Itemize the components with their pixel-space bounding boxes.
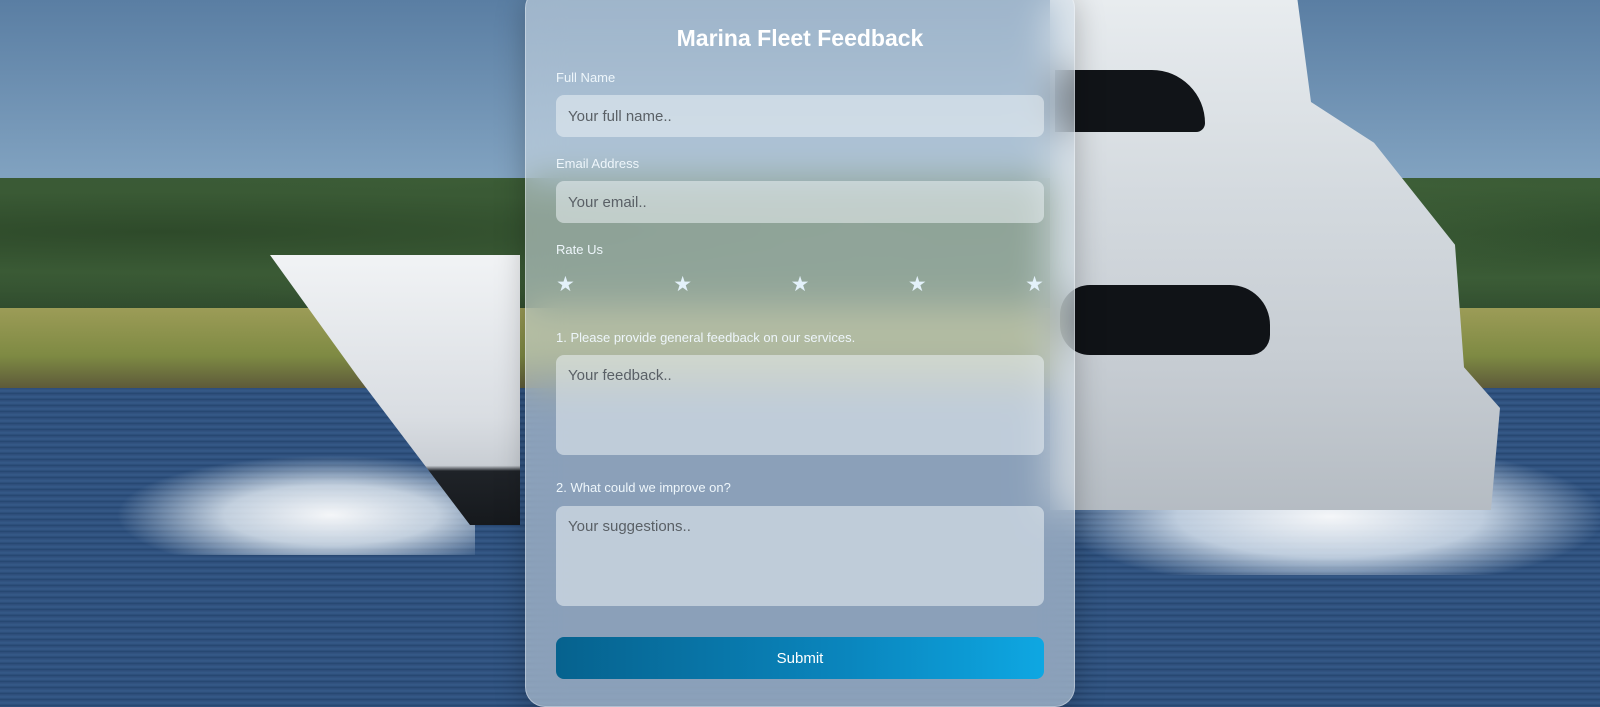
improvement-label: 2. What could we improve on? (556, 480, 731, 495)
yacht-window-lower (1060, 285, 1270, 355)
star-rating: ★ ★ ★ ★ ★ (556, 274, 1044, 295)
boat-wake-left (115, 455, 475, 555)
submit-button[interactable]: Submit (556, 637, 1044, 679)
star-icon-5[interactable]: ★ (1025, 274, 1044, 295)
page-background: Marina Fleet Feedback Full Name Email Ad… (0, 0, 1600, 707)
improvement-textarea[interactable] (556, 506, 1044, 606)
star-icon-4[interactable]: ★ (908, 274, 927, 295)
general-feedback-label: 1. Please provide general feedback on ou… (556, 330, 856, 345)
rating-label: Rate Us (556, 242, 603, 257)
star-icon-3[interactable]: ★ (791, 274, 810, 295)
email-input[interactable] (556, 181, 1044, 223)
star-icon-2[interactable]: ★ (673, 274, 692, 295)
email-label: Email Address (556, 156, 640, 171)
star-icon-1[interactable]: ★ (556, 274, 575, 295)
full-name-label: Full Name (556, 70, 616, 85)
form-title: Marina Fleet Feedback (676, 25, 924, 51)
full-name-input[interactable] (556, 95, 1044, 137)
yacht-window-upper (1055, 70, 1205, 132)
feedback-form-card: Marina Fleet Feedback Full Name Email Ad… (525, 0, 1075, 707)
general-feedback-textarea[interactable] (556, 355, 1044, 455)
